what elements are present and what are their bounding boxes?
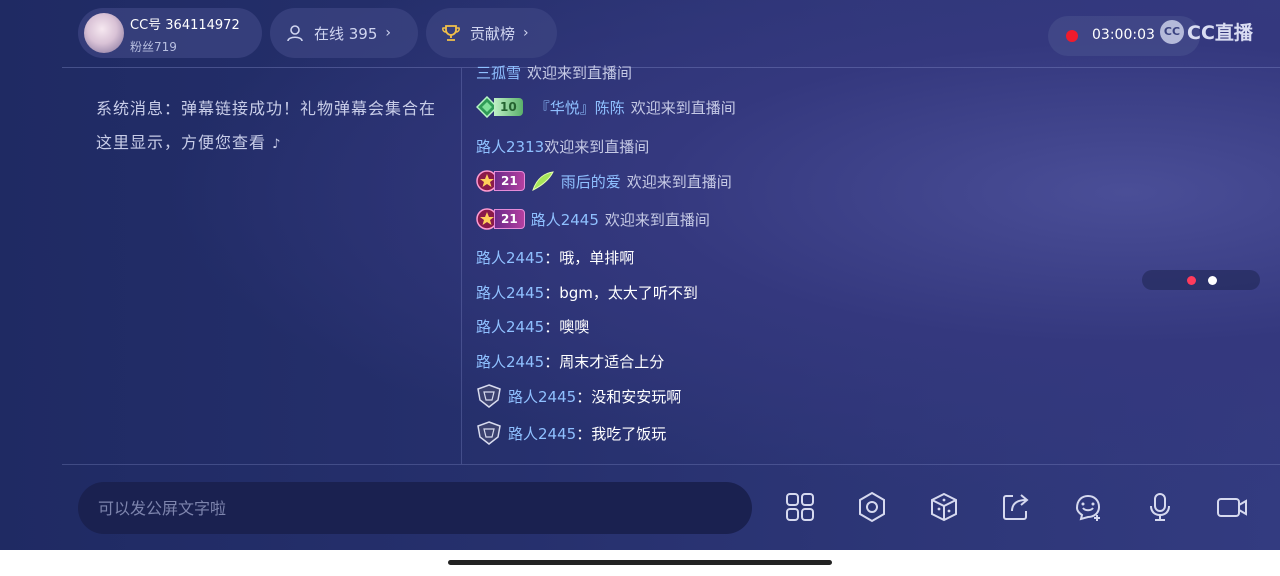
page-dot[interactable] bbox=[1208, 276, 1217, 285]
chat-separator: ： bbox=[576, 387, 592, 406]
chat-nickname[interactable]: 路人2445 bbox=[508, 386, 576, 407]
page-indicator[interactable] bbox=[1142, 270, 1260, 290]
chevron-right-icon: › bbox=[523, 25, 529, 41]
shield-badge-icon bbox=[477, 384, 501, 408]
share-icon[interactable] bbox=[999, 490, 1033, 524]
online-count-label: 在线 395 bbox=[314, 24, 378, 43]
anchor-cc-id: CC号 364114972 bbox=[130, 18, 240, 33]
chat-text: 哦，单排啊 bbox=[559, 249, 635, 267]
cc-logo-text: CC直播 bbox=[1187, 22, 1253, 44]
chat-message: 路人2445 ： 我吃了饭玩 bbox=[476, 421, 666, 445]
live-room-screen: CC号 364114972 粉丝719 在线 395 › 贡献榜 › 03:00… bbox=[0, 0, 1280, 550]
chat-text: 欢迎来到直播间 bbox=[630, 98, 736, 117]
chat-message: 路人2445 ： 周末才适合上分 bbox=[476, 351, 664, 372]
chat-message: 路人2445 ： 哦，单排啊 bbox=[476, 247, 634, 268]
contribution-rank-button[interactable]: 贡献榜 › bbox=[426, 8, 557, 58]
chat-separator: ： bbox=[544, 284, 560, 302]
chat-separator: ： bbox=[544, 353, 560, 371]
level-number: 10 bbox=[494, 98, 523, 116]
emoji-icon[interactable] bbox=[1071, 490, 1105, 524]
cc-logo-icon: CC bbox=[1160, 19, 1184, 44]
chat-text: 噢噢 bbox=[559, 318, 590, 336]
system-message-text: 系统消息：弹幕链接成功！礼物弹幕会集合在这里显示，方便您查看 bbox=[96, 99, 437, 152]
chat-message: 三孤雪 欢迎来到直播间 bbox=[476, 62, 632, 83]
page-dot-active[interactable] bbox=[1187, 276, 1196, 285]
home-indicator[interactable] bbox=[448, 560, 832, 565]
chat-text: 我吃了饭玩 bbox=[591, 424, 667, 443]
music-note-icon: ♪ bbox=[272, 137, 282, 152]
chat-nickname[interactable]: 路人2445 bbox=[476, 282, 544, 303]
anchor-card[interactable]: CC号 364114972 粉丝719 bbox=[78, 8, 262, 58]
chat-text: 没和安安玩啊 bbox=[591, 387, 682, 406]
level-number: 21 bbox=[494, 209, 525, 229]
chevron-right-icon: › bbox=[385, 25, 392, 41]
chat-nickname[interactable]: 三孤雪 bbox=[476, 62, 521, 83]
level-number: 21 bbox=[494, 171, 525, 191]
danmaku-chat-list[interactable]: 三孤雪 欢迎来到直播间 10 『华悦』陈陈 欢迎来到直播间 路人2313 欢迎来… bbox=[476, 60, 1076, 464]
chat-message: 21 雨后的爱 欢迎来到直播间 bbox=[476, 170, 732, 192]
chat-text: 欢迎来到直播间 bbox=[626, 172, 732, 191]
wing-badge-icon bbox=[531, 171, 554, 191]
chat-nickname[interactable]: 路人2445 bbox=[476, 247, 544, 268]
recording-dot-icon bbox=[1066, 30, 1078, 42]
chat-text: 欢迎来到直播间 bbox=[544, 138, 650, 156]
contribution-rank-label: 贡献榜 bbox=[470, 24, 516, 43]
chat-separator: ： bbox=[544, 249, 560, 267]
camera-icon[interactable] bbox=[1215, 490, 1249, 524]
level-badge: 10 bbox=[476, 96, 523, 118]
user-icon bbox=[284, 22, 306, 44]
chat-text: bgm，太大了听不到 bbox=[559, 284, 698, 302]
chat-separator: ： bbox=[544, 318, 560, 336]
anchor-fans-count: 粉丝719 bbox=[130, 40, 177, 54]
chat-nickname[interactable]: 『华悦』陈陈 bbox=[535, 97, 625, 118]
microphone-icon[interactable] bbox=[1143, 490, 1177, 524]
grid-icon[interactable] bbox=[783, 490, 817, 524]
level-badge: 21 bbox=[476, 170, 525, 192]
chat-nickname[interactable]: 路人2445 bbox=[476, 351, 544, 372]
chat-nickname[interactable]: 路人2445 bbox=[531, 209, 599, 230]
chat-message: 路人2445 ： 没和安安玩啊 bbox=[476, 384, 681, 408]
chat-nickname[interactable]: 路人2313 bbox=[476, 136, 544, 157]
recording-time: 03:00:03 bbox=[1092, 27, 1155, 43]
chat-message: 路人2445 ： bgm，太大了听不到 bbox=[476, 282, 698, 303]
chat-text: 欢迎来到直播间 bbox=[604, 210, 710, 229]
avatar[interactable] bbox=[84, 13, 124, 53]
cc-live-logo: CC CC直播 bbox=[1160, 18, 1253, 45]
online-count-button[interactable]: 在线 395 › bbox=[270, 8, 418, 58]
chat-message: 路人2445 ： 噢噢 bbox=[476, 316, 589, 337]
chat-text: 周末才适合上分 bbox=[559, 353, 665, 371]
chat-separator: ： bbox=[576, 424, 592, 443]
settings-icon[interactable] bbox=[855, 490, 889, 524]
column-divider bbox=[461, 68, 462, 464]
gift-box-icon[interactable] bbox=[927, 490, 961, 524]
chat-message: 21 路人2445 欢迎来到直播间 bbox=[476, 208, 710, 230]
chat-message: 10 『华悦』陈陈 欢迎来到直播间 bbox=[476, 96, 736, 118]
shield-badge-icon bbox=[477, 421, 501, 445]
system-message: 系统消息：弹幕链接成功！礼物弹幕会集合在这里显示，方便您查看 ♪ bbox=[96, 92, 436, 162]
chat-nickname[interactable]: 路人2445 bbox=[476, 316, 544, 337]
chat-input[interactable] bbox=[96, 497, 734, 519]
chat-text: 欢迎来到直播间 bbox=[527, 64, 633, 82]
chat-message: 路人2313 欢迎来到直播间 bbox=[476, 136, 649, 157]
bottom-divider bbox=[62, 464, 1280, 465]
trophy-icon bbox=[440, 22, 462, 44]
chat-nickname[interactable]: 雨后的爱 bbox=[561, 171, 621, 192]
chat-nickname[interactable]: 路人2445 bbox=[508, 423, 576, 444]
chat-input-container[interactable] bbox=[78, 482, 752, 534]
level-badge: 21 bbox=[476, 208, 525, 230]
